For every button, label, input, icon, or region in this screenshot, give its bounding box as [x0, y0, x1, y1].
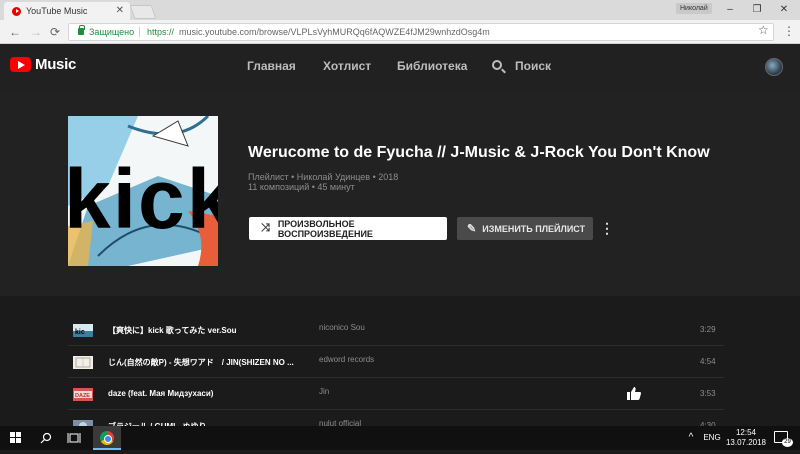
url-text: music.youtube.com/browse/VLPLsVyhMURQq6f… — [179, 27, 490, 37]
forward-icon[interactable]: → — [30, 24, 42, 40]
windows-start-icon[interactable] — [10, 432, 22, 444]
tab-close-icon[interactable]: ✕ — [116, 5, 124, 16]
shuffle-label: ПРОИЗВОЛЬНОЕ ВОСПРОИЗВЕДЕНИЕ — [277, 218, 373, 239]
youtube-play-icon — [10, 57, 31, 72]
new-tab-button[interactable] — [129, 5, 157, 19]
cover-art-image: kick — [68, 116, 218, 266]
page-title: Werucome to de Fyucha // J-Music & J-Roc… — [248, 144, 710, 161]
minimize-button[interactable]: – — [717, 0, 743, 20]
url-protocol: https:// — [147, 27, 175, 37]
track-title[interactable]: daze (feat. Мая Мидзухаси) — [108, 389, 213, 398]
track-thumbnail: kic — [73, 324, 93, 337]
browser-toolbar: ← → ⟳ Защищено https:// music.youtube.co… — [0, 20, 800, 44]
tab-title: YouTube Music — [26, 6, 88, 16]
track-title[interactable]: 【爽快に】kick 歌ってみた ver.Sou — [108, 325, 237, 336]
more-actions-icon[interactable]: ⋮ — [600, 220, 614, 236]
track-duration: 3:29 — [700, 325, 716, 334]
track-artist[interactable]: niconico Sou — [319, 323, 365, 332]
notification-count-badge: 29 — [782, 438, 793, 447]
svg-text:DAZE: DAZE — [75, 393, 90, 399]
table-row[interactable]: DAZE daze (feat. Мая Мидзухаси) Jin 3:53 — [68, 378, 724, 410]
tray-chevron-icon[interactable]: ^ — [684, 426, 698, 450]
security-label: Защищено — [89, 27, 135, 37]
browser-titlebar: YouTube Music ✕ Николай – ❐ ✕ — [0, 0, 800, 20]
playlist-cover: kick — [68, 116, 218, 266]
track-artist[interactable]: Jin — [319, 387, 329, 396]
address-bar[interactable]: Защищено https:// music.youtube.com/brow… — [68, 23, 774, 41]
pencil-icon: ✎ — [467, 223, 477, 235]
track-list: kic 【爽快に】kick 歌ってみた ver.Sou niconico Sou… — [0, 296, 800, 433]
maximize-button[interactable]: ❐ — [744, 0, 770, 20]
playlist-header: kick Werucome to de Fyucha // J-Music & … — [0, 90, 800, 296]
search-taskbar-icon[interactable] — [34, 426, 58, 450]
track-duration: 3:53 — [700, 389, 716, 398]
browser-tab[interactable]: YouTube Music ✕ — [4, 2, 130, 20]
reload-icon[interactable]: ⟳ — [50, 24, 60, 40]
youtube-favicon-icon — [12, 6, 21, 16]
app-header: Music Главная Хотлист Библиотека Поиск — [0, 44, 800, 90]
back-icon[interactable]: ← — [9, 24, 21, 40]
browser-menu-icon[interactable]: ⋮ — [783, 24, 795, 38]
table-row[interactable]: kic 【爽快に】kick 歌ってみた ver.Sou niconico Sou… — [68, 314, 724, 346]
svg-text:kic: kic — [75, 329, 85, 336]
thumbs-up-icon[interactable] — [627, 387, 641, 403]
bookmark-star-icon[interactable]: ☆ — [758, 23, 769, 37]
track-duration: 4:54 — [700, 357, 716, 366]
close-window-button[interactable]: ✕ — [771, 0, 797, 20]
playlist-stats: 11 композиций • 45 минут — [248, 182, 355, 192]
track-artist[interactable]: edword records — [319, 355, 374, 364]
nav-library[interactable]: Библиотека — [397, 59, 467, 73]
table-row[interactable]: じん(自然の敵P) - 失想ワアド / JIN(SHIZEN NO ... ed… — [68, 346, 724, 378]
track-thumbnail: DAZE — [73, 388, 93, 401]
youtube-music-logo[interactable]: Music — [10, 56, 76, 73]
track-title[interactable]: じん(自然の敵P) - 失想ワアド / JIN(SHIZEN NO ... — [108, 357, 294, 368]
task-view-icon[interactable] — [62, 426, 86, 450]
cover-title-text: kick — [68, 152, 218, 246]
track-thumbnail — [73, 356, 93, 369]
language-indicator[interactable]: ENG — [702, 426, 722, 450]
shuffle-play-button[interactable]: ⤨ ПРОИЗВОЛЬНОЕ ВОСПРОИЗВЕДЕНИЕ — [249, 217, 447, 240]
nav-search[interactable]: Поиск — [515, 59, 551, 73]
playlist-meta: Плейлист • Николай Удинцев • 2018 — [248, 172, 399, 182]
nav-home[interactable]: Главная — [247, 59, 296, 73]
logo-text: Music — [35, 56, 77, 73]
clock-time[interactable]: 12:54 — [731, 428, 761, 437]
avatar[interactable] — [765, 58, 783, 76]
nav-hotlist[interactable]: Хотлист — [323, 59, 371, 73]
chrome-icon — [100, 431, 114, 445]
chrome-taskbar-button[interactable] — [93, 426, 121, 450]
shuffle-icon: ⤨ — [261, 222, 270, 234]
edit-playlist-button[interactable]: ✎ ИЗМЕНИТЬ ПЛЕЙЛИСТ — [457, 217, 593, 240]
edit-label: ИЗМЕНИТЬ ПЛЕЙЛИСТ — [482, 223, 586, 234]
clock-date[interactable]: 13.07.2018 — [723, 438, 769, 447]
omnibox-divider — [139, 27, 140, 37]
profile-badge[interactable]: Николай — [676, 3, 712, 14]
taskbar: ^ ENG 12:54 13.07.2018 29 — [0, 426, 800, 450]
lock-icon — [78, 25, 85, 35]
search-icon[interactable] — [492, 60, 502, 70]
